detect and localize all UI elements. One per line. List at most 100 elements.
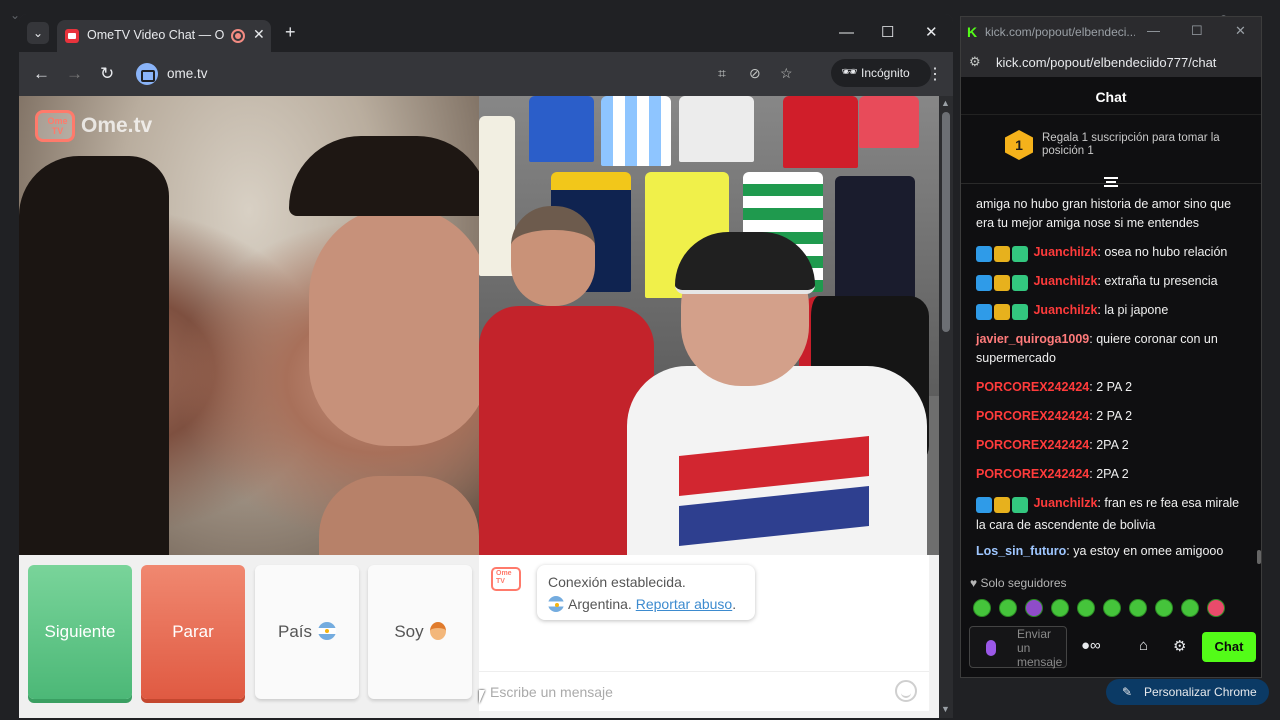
page-scrollbar[interactable]: ▲ ▼ (939, 96, 953, 718)
gift-sub-text: Regala 1 suscripción para tomar la posic… (1042, 132, 1220, 157)
report-abuse-link[interactable]: Reportar abuso (636, 596, 733, 612)
customize-chrome-label: Personalizar Chrome (1144, 685, 1257, 699)
minimize-button[interactable]: — (839, 24, 854, 42)
sub-badge-icon (1012, 497, 1028, 513)
logo-badge-text: Ome TV (47, 116, 68, 136)
incognito-badge[interactable]: 🕶 Incógnito (831, 59, 931, 87)
forward-icon[interactable]: → (66, 64, 83, 84)
chat-messages: amiga no hubo gran historia de amor sino… (961, 189, 1253, 579)
reload-icon[interactable]: ↻ (100, 64, 114, 84)
emote-icon[interactable] (1051, 599, 1069, 617)
emoji-icon[interactable] (895, 680, 917, 702)
store-icon[interactable]: ⌂ (1139, 637, 1148, 654)
scroll-up-icon[interactable]: ▲ (941, 98, 950, 108)
gender-button[interactable]: Soy (368, 565, 472, 699)
stop-button[interactable]: Parar (141, 565, 245, 699)
message-text: : 2 PA 2 (1089, 409, 1133, 423)
chat-username[interactable]: PORCOREX242424 (976, 438, 1089, 452)
emote-picker-icon[interactable]: ●∞ (1081, 637, 1101, 654)
eye-off-icon[interactable]: ⊘ (749, 65, 761, 82)
user-badges (976, 497, 1030, 516)
kick-url[interactable]: kick.com/popout/elbendeciido777/chat (996, 55, 1216, 70)
incognito-icon: 🕶 (841, 64, 858, 79)
chat-message: Juanchilzk: extraña tu presencia (976, 272, 1251, 294)
chat-username[interactable]: Juanchilzk (1033, 274, 1097, 288)
browser-menu-icon[interactable]: ⋮ (927, 64, 943, 84)
kick-window-title: kick.com/popout/elbendeci... (985, 25, 1135, 39)
emote-icon[interactable] (1155, 599, 1173, 617)
back-icon[interactable]: ← (33, 64, 50, 84)
kick-minimize-button[interactable]: — (1147, 23, 1160, 38)
next-button[interactable]: Siguiente (28, 565, 132, 699)
country-button[interactable]: País (255, 565, 359, 699)
url-text[interactable]: ome.tv (167, 66, 208, 81)
crown-badge-icon (994, 275, 1010, 291)
customize-chrome-button[interactable]: ✎ Personalizar Chrome (1106, 679, 1269, 705)
emote-bar (973, 599, 1253, 619)
chat-username[interactable]: Juanchilzk (1033, 245, 1097, 259)
chat-username[interactable]: Juanchilzk (1033, 303, 1097, 317)
chat-logo-text: Ome TV (496, 570, 512, 585)
translate-icon[interactable]: ⌗ (718, 65, 726, 82)
ometv-favicon-icon (65, 29, 79, 43)
message-input[interactable]: Escribe un mensaje (479, 671, 929, 711)
emote-icon[interactable] (1181, 599, 1199, 617)
kick-maximize-button[interactable]: ☐ (1191, 23, 1203, 39)
ometv-logo-icon: Ome TV (35, 110, 75, 142)
chat-input[interactable]: Enviar un mensaje (969, 626, 1067, 669)
user-badges (976, 246, 1030, 265)
chat-message: javier_quiroga1009: quiere coronar con u… (976, 330, 1251, 368)
send-chat-button[interactable]: Chat (1202, 632, 1256, 662)
followers-only-label: Solo seguidores (980, 576, 1067, 590)
pinned-toggle-icon[interactable] (1104, 177, 1118, 187)
pencil-icon: ✎ (1122, 685, 1133, 699)
chat-input-row: Enviar un mensaje ●∞ ⌂ ⚙ Chat (969, 626, 1257, 669)
rank-badge-icon: 1 (1005, 130, 1033, 160)
sub-badge-icon (1012, 304, 1028, 320)
system-message: Conexión establecida. Argentina. Reporta… (537, 565, 755, 620)
tab-close-icon[interactable]: ✕ (253, 26, 265, 43)
chat-username[interactable]: PORCOREX242424 (976, 409, 1089, 423)
maximize-button[interactable]: ☐ (881, 24, 894, 42)
jersey (679, 96, 754, 162)
emote-icon[interactable] (1077, 599, 1095, 617)
recording-indicator-icon (231, 29, 245, 43)
active-tab[interactable]: OmeTV Video Chat — Ome ✕ (57, 20, 271, 52)
chat-username[interactable]: Juanchilzk (1033, 496, 1097, 510)
video-hair (19, 156, 169, 555)
connection-status: Conexión establecida. (548, 574, 686, 590)
mouse-cursor-icon (479, 690, 485, 704)
new-tab-button[interactable]: + (285, 23, 296, 41)
chat-username[interactable]: javier_quiroga1009 (976, 332, 1089, 346)
incognito-label: Incógnito (861, 66, 910, 80)
emote-icon[interactable] (1103, 599, 1121, 617)
star-icon[interactable]: ☆ (780, 65, 793, 82)
badge-icon (976, 304, 992, 320)
site-info-icon[interactable] (136, 63, 158, 85)
emote-icon[interactable] (1025, 599, 1043, 617)
site-settings-icon[interactable]: ⚙ (969, 54, 981, 70)
emote-icon[interactable] (1207, 599, 1225, 617)
badge-icon (976, 275, 992, 291)
address-bar[interactable]: ome.tv ⌗ ⊘ ☆ (130, 59, 930, 89)
tab-search-button[interactable]: ⌄ (27, 22, 49, 44)
kick-close-button[interactable]: ✕ (1235, 23, 1246, 39)
scroll-down-icon[interactable]: ▼ (941, 704, 950, 714)
settings-gear-icon[interactable]: ⚙ (1173, 637, 1186, 655)
kick-address-bar[interactable]: ⚙ kick.com/popout/elbendeciido777/chat (961, 47, 1261, 77)
scroll-thumb[interactable] (942, 112, 950, 332)
chat-scrollbar[interactable] (1257, 550, 1261, 564)
gift-sub-banner[interactable]: 1 Regala 1 suscripción para tomar la pos… (961, 116, 1261, 184)
followers-only-notice: ♥ Solo seguidores (970, 576, 1067, 590)
chat-message: PORCOREX242424: 2PA 2 (976, 465, 1251, 484)
chat-username[interactable]: PORCOREX242424 (976, 380, 1089, 394)
close-window-button[interactable]: ✕ (925, 24, 938, 42)
emote-icon[interactable] (973, 599, 991, 617)
sub-badge-icon (1012, 246, 1028, 262)
emote-icon[interactable] (999, 599, 1017, 617)
video-person (309, 206, 479, 446)
chat-username[interactable]: Los_sin_futuro (976, 544, 1066, 558)
emote-icon[interactable] (1129, 599, 1147, 617)
microphone-icon[interactable] (986, 640, 996, 656)
chat-username[interactable]: PORCOREX242424 (976, 467, 1089, 481)
